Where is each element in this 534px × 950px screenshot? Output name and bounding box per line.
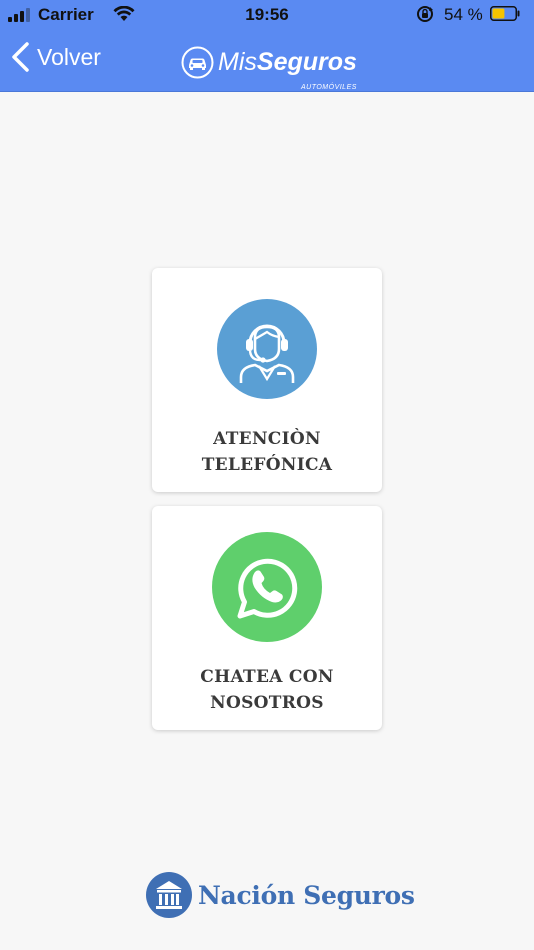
phone-support-card[interactable]: ATENCIÒN TELEFÓNICA xyxy=(152,268,382,492)
footer-brand-name: Nación Seguros xyxy=(198,880,415,910)
logo-text-light: Mis xyxy=(218,48,257,76)
whatsapp-icon xyxy=(212,532,322,642)
bank-building-icon xyxy=(146,872,192,918)
battery-percent: 54 % xyxy=(444,5,483,24)
back-button[interactable]: Volver xyxy=(10,40,101,74)
whatsapp-chat-label-line2: NOSOTROS xyxy=(210,693,324,713)
footer-brand-logo: Nación Seguros xyxy=(146,872,415,918)
logo-subtitle: AUTOMÓVILES xyxy=(300,84,357,91)
header: Carrier 19:56 54 % Volver MisSeguros AUT… xyxy=(0,0,534,92)
status-bar: Carrier 19:56 54 % xyxy=(0,0,534,30)
rotation-lock-icon xyxy=(417,6,433,22)
app-logo: MisSeguros AUTOMÓVILES xyxy=(181,44,357,91)
car-icon xyxy=(181,46,214,78)
back-label: Volver xyxy=(37,43,101,70)
whatsapp-chat-label-line1: CHATEA CON xyxy=(200,667,334,687)
call-center-agent-icon xyxy=(217,299,317,399)
whatsapp-chat-card[interactable]: CHATEA CON NOSOTROS xyxy=(152,506,382,730)
screen: Carrier 19:56 54 % Volver MisSeguros AUT… xyxy=(0,0,534,950)
whatsapp-chat-label: CHATEA CON NOSOTROS xyxy=(152,664,382,716)
logo-text-bold: Seguros xyxy=(256,48,357,76)
chevron-left-icon xyxy=(12,42,29,72)
phone-support-label: ATENCIÒN TELEFÓNICA xyxy=(152,426,382,478)
phone-support-label-line1: ATENCIÒN xyxy=(213,429,321,449)
phone-support-label-line2: TELEFÓNICA xyxy=(201,455,333,475)
battery-icon xyxy=(490,6,520,21)
logo-wordmark: MisSeguros AUTOMÓVILES xyxy=(218,47,357,91)
